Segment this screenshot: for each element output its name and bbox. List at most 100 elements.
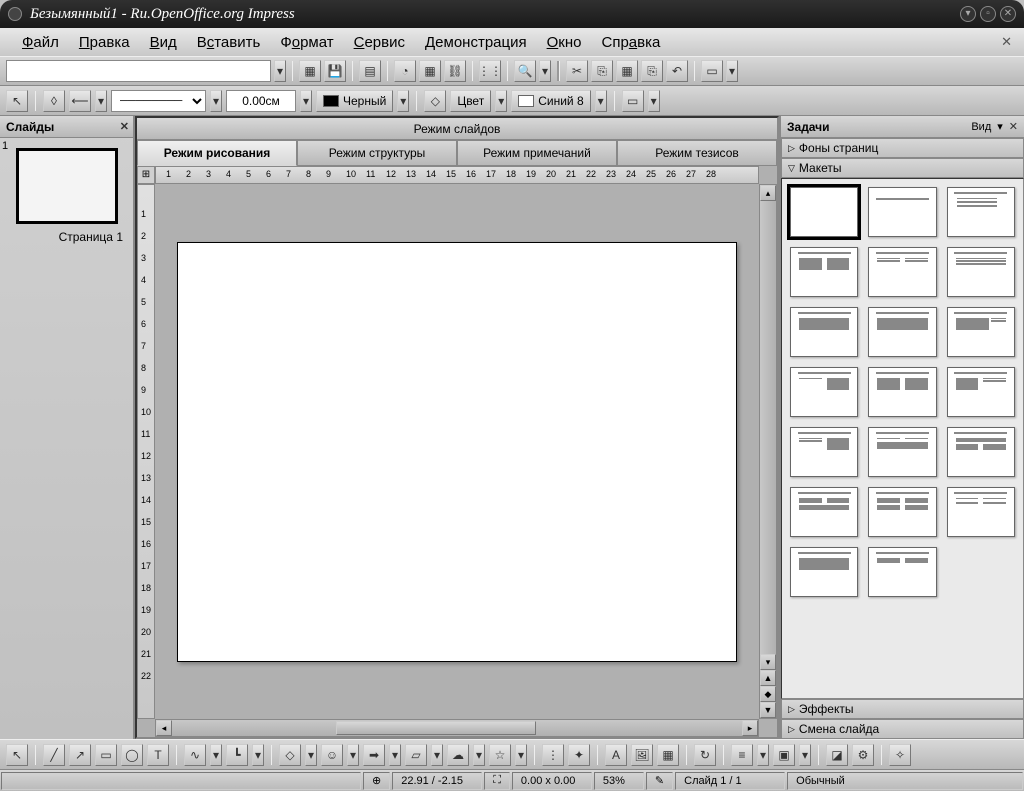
slide-thumbnail[interactable] xyxy=(16,148,118,224)
connector-tool-icon[interactable]: ┗ xyxy=(226,744,248,766)
block-arrows-icon[interactable]: ➡ xyxy=(363,744,385,766)
ellipse-tool-icon[interactable]: ◯ xyxy=(121,744,143,766)
from-file-icon[interactable]: 🖼 xyxy=(631,744,653,766)
grid-icon[interactable]: ⋮⋮ xyxy=(479,60,501,82)
clone-icon[interactable]: ⎘ xyxy=(641,60,663,82)
layout-option-19[interactable] xyxy=(868,547,936,597)
stars-icon[interactable]: ☆ xyxy=(489,744,511,766)
connector-dropdown-icon[interactable]: ▾ xyxy=(252,744,264,766)
menu-insert[interactable]: Вставить xyxy=(187,34,271,51)
menu-help[interactable]: Справка xyxy=(591,34,670,51)
scroll-right-icon[interactable]: ▸ xyxy=(742,720,758,736)
text-tool-icon[interactable]: T xyxy=(147,744,169,766)
line-width-spinner-icon[interactable]: ▾ xyxy=(300,90,312,112)
curve-tool-icon[interactable]: ∿ xyxy=(184,744,206,766)
fill-type-button[interactable]: Цвет xyxy=(450,90,491,112)
layout-option-10[interactable] xyxy=(868,367,936,417)
menu-service[interactable]: Сервис xyxy=(344,34,415,51)
nav-icon[interactable]: ◆ xyxy=(760,686,776,702)
line-tool-icon[interactable]: ╱ xyxy=(43,744,65,766)
layout-option-11[interactable] xyxy=(947,367,1015,417)
points-icon[interactable]: ⋮ xyxy=(542,744,564,766)
doc-close-icon[interactable]: ✕ xyxy=(1001,34,1012,50)
align-icon[interactable]: ≡ xyxy=(731,744,753,766)
section-transition[interactable]: ▷Смена слайда xyxy=(781,719,1024,739)
tab-drawing[interactable]: Режим рисования xyxy=(137,140,297,166)
toolbar2-more-icon[interactable]: ▾ xyxy=(648,90,660,112)
layout-option-9[interactable] xyxy=(790,367,858,417)
close-button[interactable]: ✕ xyxy=(1000,6,1016,22)
export-icon[interactable]: ▤ xyxy=(359,60,381,82)
fill-type-dropdown-icon[interactable]: ▾ xyxy=(495,90,507,112)
gallery-icon[interactable]: ▦ xyxy=(657,744,679,766)
tab-notes[interactable]: Режим примечаний xyxy=(457,140,617,166)
cut-icon[interactable]: ✂ xyxy=(566,60,588,82)
slide-canvas[interactable] xyxy=(177,242,737,662)
fill-bucket-icon[interactable]: ◇ xyxy=(424,90,446,112)
zoom-dropdown-icon[interactable]: ▾ xyxy=(539,60,551,82)
hyperlink-icon[interactable]: ⛓ xyxy=(444,60,466,82)
layout-option-6[interactable] xyxy=(790,307,858,357)
layout-option-17[interactable] xyxy=(947,487,1015,537)
maximize-button[interactable]: ▫ xyxy=(980,6,996,22)
align-dropdown-icon[interactable]: ▾ xyxy=(757,744,769,766)
section-backgrounds[interactable]: ▷Фоны страниц xyxy=(781,138,1024,158)
layout-option-4[interactable] xyxy=(868,247,936,297)
shadow-icon[interactable]: ▭ xyxy=(622,90,644,112)
tasks-view-label[interactable]: Вид xyxy=(971,121,991,133)
status-zoom[interactable]: 53% xyxy=(594,772,644,790)
layout-option-2[interactable] xyxy=(947,187,1015,237)
layout-option-12[interactable] xyxy=(790,427,858,477)
tab-handout[interactable]: Режим тезисов xyxy=(617,140,777,166)
prev-slide-icon[interactable]: ▲ xyxy=(760,670,776,686)
layout-option-8[interactable] xyxy=(947,307,1015,357)
basic-shapes-icon[interactable]: ◇ xyxy=(279,744,301,766)
animation-icon[interactable]: ✧ xyxy=(889,744,911,766)
callout-dropdown-icon[interactable]: ▾ xyxy=(473,744,485,766)
tasks-view-dropdown-icon[interactable]: ▾ xyxy=(997,120,1003,133)
layout-option-3[interactable] xyxy=(790,247,858,297)
presentation-icon[interactable]: ▭ xyxy=(701,60,723,82)
layout-option-14[interactable] xyxy=(947,427,1015,477)
layout-option-0[interactable] xyxy=(790,187,858,237)
ruler-horizontal[interactable]: 1234567891011121314151617181920212223242… xyxy=(155,166,759,184)
callout-icon[interactable]: ☁ xyxy=(447,744,469,766)
line-color-dropdown-icon[interactable]: ▾ xyxy=(397,90,409,112)
arrange-dropdown-icon[interactable]: ▾ xyxy=(799,744,811,766)
slide-thumb-item[interactable]: 1 Страница 1 xyxy=(0,138,133,254)
fill-color-dropdown-icon[interactable]: ▾ xyxy=(595,90,607,112)
scrollbar-vertical[interactable]: ▴ ▾ ▲ ◆ ▼ xyxy=(759,184,777,719)
arrow-line-icon[interactable]: ↗ xyxy=(69,744,91,766)
url-dropdown-icon[interactable]: ▾ xyxy=(274,60,286,82)
symbol-shapes-icon[interactable]: ☺ xyxy=(321,744,343,766)
layout-option-15[interactable] xyxy=(790,487,858,537)
arrows-dropdown-icon[interactable]: ▾ xyxy=(389,744,401,766)
fill-color-button[interactable]: Синий 8 xyxy=(511,90,590,112)
toolbar-more-icon[interactable]: ▾ xyxy=(726,60,738,82)
save-icon[interactable]: 💾 xyxy=(324,60,346,82)
minimize-button[interactable]: ▾ xyxy=(960,6,976,22)
stars-dropdown-icon[interactable]: ▾ xyxy=(515,744,527,766)
menu-view[interactable]: Вид xyxy=(140,34,187,51)
extrusion-icon[interactable]: ◪ xyxy=(826,744,848,766)
chart-icon[interactable]: ◔ xyxy=(394,60,416,82)
symbol-dropdown-icon[interactable]: ▾ xyxy=(347,744,359,766)
scroll-thumb[interactable] xyxy=(336,721,536,735)
menu-file[interactable]: Файл xyxy=(12,34,69,51)
rotate-icon[interactable]: ↻ xyxy=(694,744,716,766)
scroll-left-icon[interactable]: ◂ xyxy=(156,720,172,736)
scroll-up-icon[interactable]: ▴ xyxy=(760,185,776,201)
undo-icon[interactable]: ↶ xyxy=(666,60,688,82)
flowchart-dropdown-icon[interactable]: ▾ xyxy=(431,744,443,766)
layout-option-1[interactable] xyxy=(868,187,936,237)
scrollbar-horizontal[interactable]: ◂ ▸ xyxy=(155,719,759,737)
slides-panel-close-icon[interactable]: ✕ xyxy=(120,120,129,133)
table-icon[interactable]: ▦ xyxy=(419,60,441,82)
ruler-vertical[interactable]: 12345678910111213141516171819202122 xyxy=(137,184,155,719)
layout-option-7[interactable] xyxy=(868,307,936,357)
layout-option-18[interactable] xyxy=(790,547,858,597)
url-combo[interactable] xyxy=(6,60,271,82)
rect-tool-icon[interactable]: ▭ xyxy=(95,744,117,766)
fontwork-icon[interactable]: A xyxy=(605,744,627,766)
section-layouts[interactable]: ▽Макеты xyxy=(781,158,1024,178)
